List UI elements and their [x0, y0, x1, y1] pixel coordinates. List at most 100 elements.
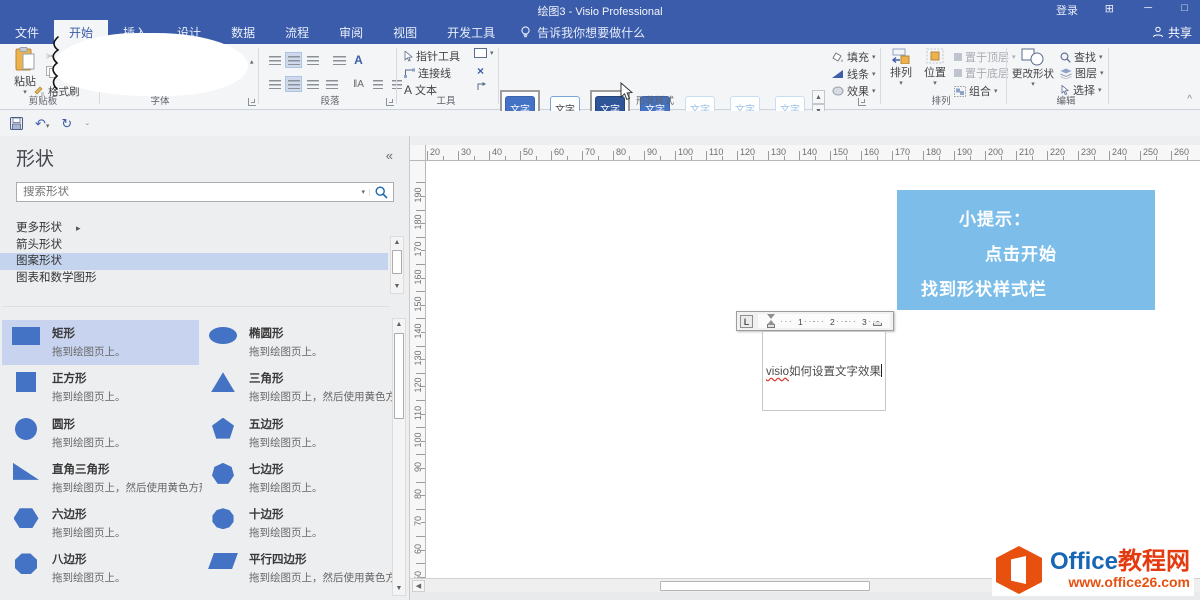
stencil-category-2[interactable]: 图案形状 [0, 253, 388, 270]
category-scroll-up-icon[interactable]: ▲ [391, 237, 403, 249]
search-icon[interactable] [375, 186, 388, 199]
v-ruler-label: 90 [413, 459, 423, 475]
align-middle-icon[interactable] [285, 76, 302, 92]
tab-4[interactable]: 数据 [216, 20, 270, 44]
shape-styles-dialog-launcher[interactable] [858, 98, 866, 106]
stencil-category-1[interactable]: 箭头形状 [0, 237, 388, 254]
line-button[interactable]: 线条▾ [832, 66, 876, 82]
shape-item-3[interactable]: 三角形拖到绘图页上，然后使用黄色方形... [199, 365, 393, 410]
text-shape-editing[interactable]: visio如何设置文字效果 [762, 331, 886, 411]
shape-item-4[interactable]: 圆形拖到绘图页上。 [2, 411, 199, 456]
v-ruler-label: 110 [413, 405, 423, 421]
first-line-indent-marker[interactable] [767, 314, 775, 319]
align-top-icon[interactable] [266, 76, 283, 92]
sign-in-button[interactable]: 登录 [1056, 2, 1078, 18]
align-bottom-icon[interactable] [304, 76, 321, 92]
maximize-icon[interactable]: □ [1181, 2, 1188, 14]
search-dropdown-icon[interactable]: ▾ [357, 189, 370, 196]
tip-line: 小提示： [897, 202, 1155, 237]
horizontal-scroll-thumb[interactable] [660, 581, 870, 591]
find-button[interactable]: 查找▾ [1060, 49, 1103, 65]
visio-window: 绘图3 - Visio Professional 登录 ⊞ ─ □ 文件开始插入… [0, 0, 1200, 600]
shape-item-8[interactable]: 六边形拖到绘图页上。 [2, 501, 199, 546]
shape-scroll-down-icon[interactable]: ▼ [393, 583, 405, 595]
shape-item-1[interactable]: 椭圆形拖到绘图页上。 [199, 320, 393, 365]
minimize-icon[interactable]: ─ [1144, 2, 1152, 14]
decrease-indent-icon[interactable] [369, 76, 386, 92]
text-ruler-number: 3 [862, 317, 867, 327]
pointer-tool-button[interactable]: 指针工具 [404, 48, 460, 64]
category-scroll-thumb[interactable] [392, 250, 402, 274]
tip-line: 找到形状样式栏 [897, 272, 1155, 307]
gallery-up-icon[interactable]: ▲ [812, 90, 825, 104]
drawing-area: 2030405060708090100110120130140150160170… [410, 136, 1200, 600]
tab-6[interactable]: 审阅 [324, 20, 378, 44]
fill-button[interactable]: 填充▾ [832, 49, 876, 65]
ribbon-display-options-icon[interactable]: ⊞ [1105, 2, 1114, 15]
layers-button[interactable]: 图层▾ [1060, 65, 1104, 81]
effects-button[interactable]: 效果▾ [832, 83, 876, 99]
paragraph-dialog-launcher[interactable] [386, 98, 394, 106]
tab-7[interactable]: 视图 [378, 20, 432, 44]
share-button[interactable]: 共享 [1152, 20, 1192, 44]
tip-box-shape[interactable]: 小提示：点击开始找到形状样式栏 [897, 190, 1155, 310]
position-button[interactable]: 位置 ▾ [920, 48, 950, 87]
tab-0[interactable]: 文件 [0, 20, 54, 44]
qat-more-icon[interactable]: ⌄ [84, 120, 90, 127]
shape-item-2[interactable]: 正方形拖到绘图页上。 [2, 365, 199, 410]
shape-item-11[interactable]: 平行四边形拖到绘图页上，然后使用黄色方形... [199, 546, 393, 591]
change-shape-button[interactable]: 更改形状 ▾ [1012, 48, 1054, 88]
connector-button[interactable]: 连接线 [404, 65, 451, 81]
bullets-icon[interactable] [331, 52, 348, 68]
h-ruler-label: 200 [988, 147, 1003, 157]
stencil-category-3[interactable]: 图表和数学图形 [0, 270, 388, 287]
connector-icon [404, 68, 415, 78]
scroll-left-icon[interactable]: ◀ [412, 580, 425, 592]
align-right-icon[interactable] [304, 52, 321, 68]
shape-scroll-thumb[interactable] [394, 333, 404, 419]
tab-selector-button[interactable]: L [740, 315, 753, 328]
rectangle-tool-button[interactable]: ▾ [474, 48, 494, 58]
octagon-shape-icon [15, 553, 37, 574]
misspelled-word: visio [766, 366, 789, 378]
shape-name: 五边形 [249, 416, 393, 432]
shape-name: 平行四边形 [249, 551, 399, 567]
shape-item-5[interactable]: 五边形拖到绘图页上。 [199, 411, 393, 456]
ellipse-shape-icon [209, 327, 237, 344]
shape-item-9[interactable]: 十边形拖到绘图页上。 [199, 501, 393, 546]
shape-item-10[interactable]: 八边形拖到绘图页上。 [2, 546, 199, 591]
save-icon[interactable] [10, 117, 23, 130]
justify-icon[interactable] [323, 76, 340, 92]
rectangle-tool-icon [474, 48, 487, 58]
shape-item-6[interactable]: 直角三角形拖到绘图页上，然后使用黄色方形... [2, 456, 199, 501]
tab-5[interactable]: 流程 [270, 20, 324, 44]
connection-point-button[interactable]: × [477, 64, 484, 78]
hanging-indent-marker[interactable] [767, 324, 775, 328]
shape-list-scrollbar[interactable]: ▲ ▼ [392, 318, 406, 596]
redo-button[interactable]: ↻ [61, 116, 72, 132]
stencil-category-0[interactable]: 更多形状▸ [0, 220, 388, 237]
undo-button[interactable]: ↶▾ [35, 116, 49, 132]
h-ruler-label: 100 [678, 147, 693, 157]
tell-me-box[interactable]: 告诉我你想要做什么 [520, 20, 645, 44]
align-button[interactable]: 排列 ▾ [886, 48, 916, 87]
shape-search-input[interactable] [17, 186, 357, 198]
shape-item-0[interactable]: 矩形拖到绘图页上。 [2, 320, 199, 365]
align-left-icon[interactable] [266, 52, 283, 68]
category-scrollbar[interactable]: ▲ ▼ [390, 236, 404, 294]
font-dialog-launcher[interactable] [248, 98, 256, 106]
tab-8[interactable]: 开发工具 [432, 20, 510, 44]
category-scroll-down-icon[interactable]: ▼ [391, 281, 403, 293]
collapse-panel-icon[interactable]: « [386, 148, 393, 163]
shape-name: 直角三角形 [52, 461, 202, 477]
shape-item-7[interactable]: 七边形拖到绘图页上。 [199, 456, 393, 501]
text-size-icon[interactable]: A [350, 52, 367, 68]
collapse-ribbon-icon[interactable]: ^ [1187, 94, 1192, 105]
align-center-icon[interactable] [285, 52, 302, 68]
v-ruler-label: 190 [413, 187, 423, 203]
line-icon [832, 69, 844, 79]
freeform-tool-button[interactable] [476, 81, 487, 92]
shape-scroll-up-icon[interactable]: ▲ [393, 319, 405, 331]
text-direction-icon[interactable]: ‖A [350, 76, 367, 92]
office26-logo-icon [996, 546, 1042, 594]
